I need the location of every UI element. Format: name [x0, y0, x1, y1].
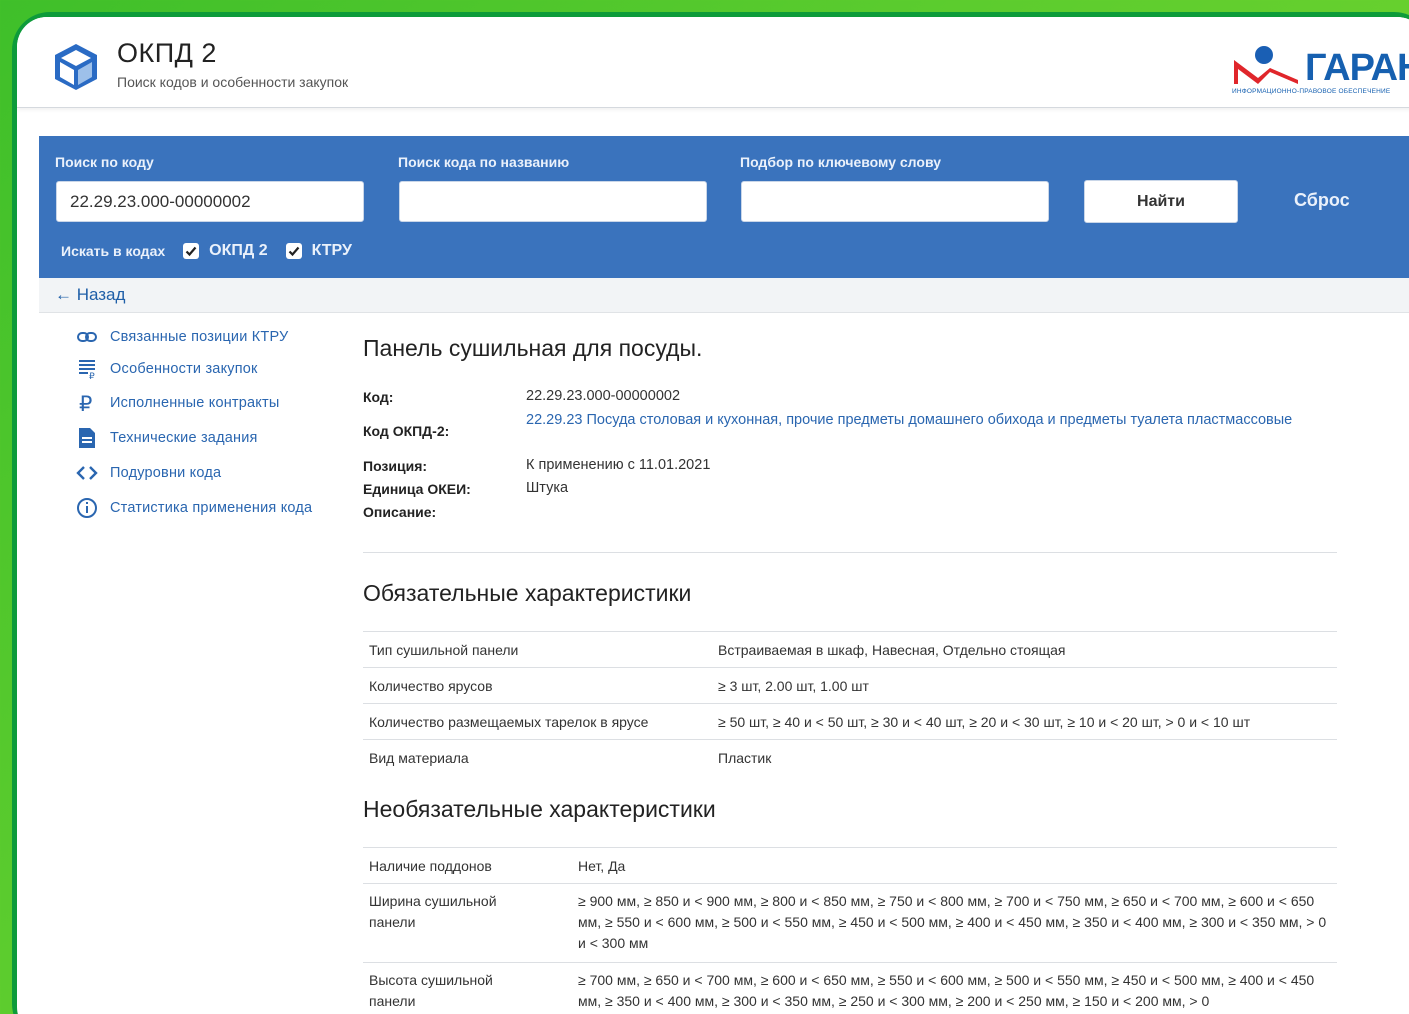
rouble-icon: ₽: [74, 392, 100, 414]
code-label: Код:: [363, 389, 394, 405]
characteristic-value: ≥ 3 шт, 2.00 шт, 1.00 шт: [718, 678, 869, 694]
search-by-code-label: Поиск по коду: [55, 154, 154, 170]
okpd-checkbox[interactable]: [183, 243, 200, 259]
okpd-code-link[interactable]: 22.29.23 Посуда столовая и кухонная, про…: [526, 410, 1296, 431]
search-by-keyword-label: Подбор по ключевому слову: [740, 154, 941, 170]
sidebar-item-label: Связанные позиции КТРУ: [110, 329, 289, 345]
list-rouble-icon: ₽: [74, 358, 100, 380]
sidebar-item-related-ktru[interactable]: Связанные позиции КТРУ: [74, 326, 288, 348]
characteristic-name: Количество размещаемых тарелок в ярусе: [369, 714, 649, 730]
sidebar-item-statistics[interactable]: Статистика применения кода: [74, 497, 312, 519]
characteristic-name: Ширина сушильной панели: [369, 893, 497, 930]
table-row: Вид материала Пластик: [363, 739, 1337, 776]
table-row: Наличие поддонов Нет, Да: [363, 847, 1337, 884]
optional-characteristics-title: Необязательные характеристики: [363, 796, 716, 822]
optional-characteristics-table: Наличие поддонов Нет, Да Ширина сушильно…: [363, 847, 1337, 1014]
search-by-name-label: Поиск кода по названию: [398, 154, 570, 170]
back-link[interactable]: ← Назад: [55, 285, 125, 305]
table-row: Количество размещаемых тарелок в ярусе ≥…: [363, 703, 1337, 740]
characteristic-name: Наличие поддонов: [369, 858, 492, 874]
link-icon: [74, 326, 100, 348]
description-label: Описание:: [363, 504, 437, 520]
characteristic-value: ≥ 50 шт, ≥ 40 и < 50 шт, ≥ 30 и < 40 шт,…: [718, 714, 1251, 730]
cube-logo-icon: [55, 44, 97, 90]
sidebar-item-contracts[interactable]: ₽ Исполненные контракты: [74, 392, 279, 414]
garant-logo-subtext: ИНФОРМАЦИОННО-ПРАВОВОЕ ОБЕСПЕЧЕНИЕ: [1232, 88, 1391, 95]
characteristic-value: ≥ 700 мм, ≥ 650 и < 700 мм, ≥ 600 и < 65…: [578, 972, 1315, 1009]
svg-text:₽: ₽: [79, 392, 92, 414]
sidebar-item-label: Технические задания: [110, 430, 258, 446]
ktru-checkbox[interactable]: [285, 243, 302, 259]
characteristic-name: Количество ярусов: [369, 678, 493, 694]
garant-logo-text: ГАРАНТ: [1305, 47, 1409, 88]
characteristic-name: Тип сушильной панели: [369, 642, 519, 658]
sidebar-item-label: Подуровни кода: [110, 465, 222, 481]
table-row: Ширина сушильной панели ≥ 900 мм, ≥ 850 …: [363, 883, 1337, 963]
search-in-codes-row: Искать в кодах ОКПД 2 КТРУ: [61, 242, 370, 260]
app-subtitle: Поиск кодов и особенности закупок: [117, 74, 349, 90]
app-title: ОКПД 2: [117, 38, 217, 68]
svg-text:₽: ₽: [89, 372, 95, 380]
search-panel: Поиск по коду Поиск кода по названию Под…: [39, 136, 1409, 278]
sidebar-item-label: Исполненные контракты: [110, 395, 280, 411]
search-by-name-input[interactable]: [399, 181, 707, 222]
checkmark-icon: [185, 246, 197, 257]
mandatory-characteristics-table: Тип сушильной панели Встраиваемая в шкаф…: [363, 631, 1337, 776]
back-bar: ← Назад: [39, 278, 1409, 313]
okei-unit-value: Штука: [526, 480, 569, 496]
ktru-checkbox-label[interactable]: КТРУ: [312, 242, 352, 260]
sidebar-item-label: Особенности закупок: [110, 361, 258, 377]
code-brackets-icon: [74, 462, 100, 484]
mandatory-characteristics-title: Обязательные характеристики: [363, 580, 692, 606]
position-label: Позиция:: [363, 458, 428, 474]
checkmark-icon: [288, 246, 299, 257]
characteristic-name: Высота сушильной панели: [369, 972, 493, 1009]
search-by-code-input[interactable]: [56, 181, 364, 222]
okpd-code-label: Код ОКПД-2:: [363, 423, 450, 439]
search-by-keyword-input[interactable]: [741, 181, 1049, 222]
characteristic-value: Пластик: [718, 750, 772, 766]
okei-unit-label: Единица ОКЕИ:: [363, 481, 471, 497]
section-divider: [363, 552, 1337, 553]
code-value: 22.29.23.000-00000002: [526, 388, 681, 404]
reset-link[interactable]: Сброс: [1294, 190, 1350, 211]
sidebar-item-tech-specs[interactable]: Технические задания: [74, 427, 258, 449]
garant-logo-icon: ГАРАНТ: [1234, 46, 1409, 89]
sidebar-item-sublevels[interactable]: Подуровни кода: [74, 462, 221, 484]
find-button[interactable]: Найти: [1084, 180, 1238, 223]
app-window: ОКПД 2 Поиск кодов и особенности закупок…: [17, 17, 1409, 1014]
characteristic-name: Вид материала: [369, 750, 469, 766]
garant-logo[interactable]: ГАРАНТ ИНФОРМАЦИОННО-ПРАВОВОЕ ОБЕСПЕЧЕНИ…: [1232, 44, 1409, 98]
table-row: Количество ярусов ≥ 3 шт, 2.00 шт, 1.00 …: [363, 667, 1337, 704]
characteristic-value: ≥ 900 мм, ≥ 850 и < 900 мм, ≥ 800 и < 85…: [578, 893, 1327, 951]
position-value: К применению с 11.01.2021: [526, 457, 711, 473]
characteristic-value: Нет, Да: [578, 858, 626, 874]
okpd-checkbox-label[interactable]: ОКПД 2: [209, 242, 267, 260]
sidebar-item-label: Статистика применения кода: [110, 500, 313, 516]
table-row: Высота сушильной панели ≥ 700 мм, ≥ 650 …: [363, 962, 1337, 1014]
table-row: Тип сушильной панели Встраиваемая в шкаф…: [363, 631, 1337, 668]
product-title: Панель сушильная для посуды.: [363, 335, 703, 361]
characteristic-value: Встраиваемая в шкаф, Навесная, Отдельно …: [718, 642, 1066, 658]
info-icon: [74, 497, 100, 519]
sidebar-item-purchase-features[interactable]: ₽ Особенности закупок: [74, 358, 258, 380]
document-icon: [74, 427, 100, 449]
app-header: ОКПД 2 Поиск кодов и особенности закупок…: [17, 17, 1409, 108]
search-in-label: Искать в кодах: [61, 243, 166, 259]
